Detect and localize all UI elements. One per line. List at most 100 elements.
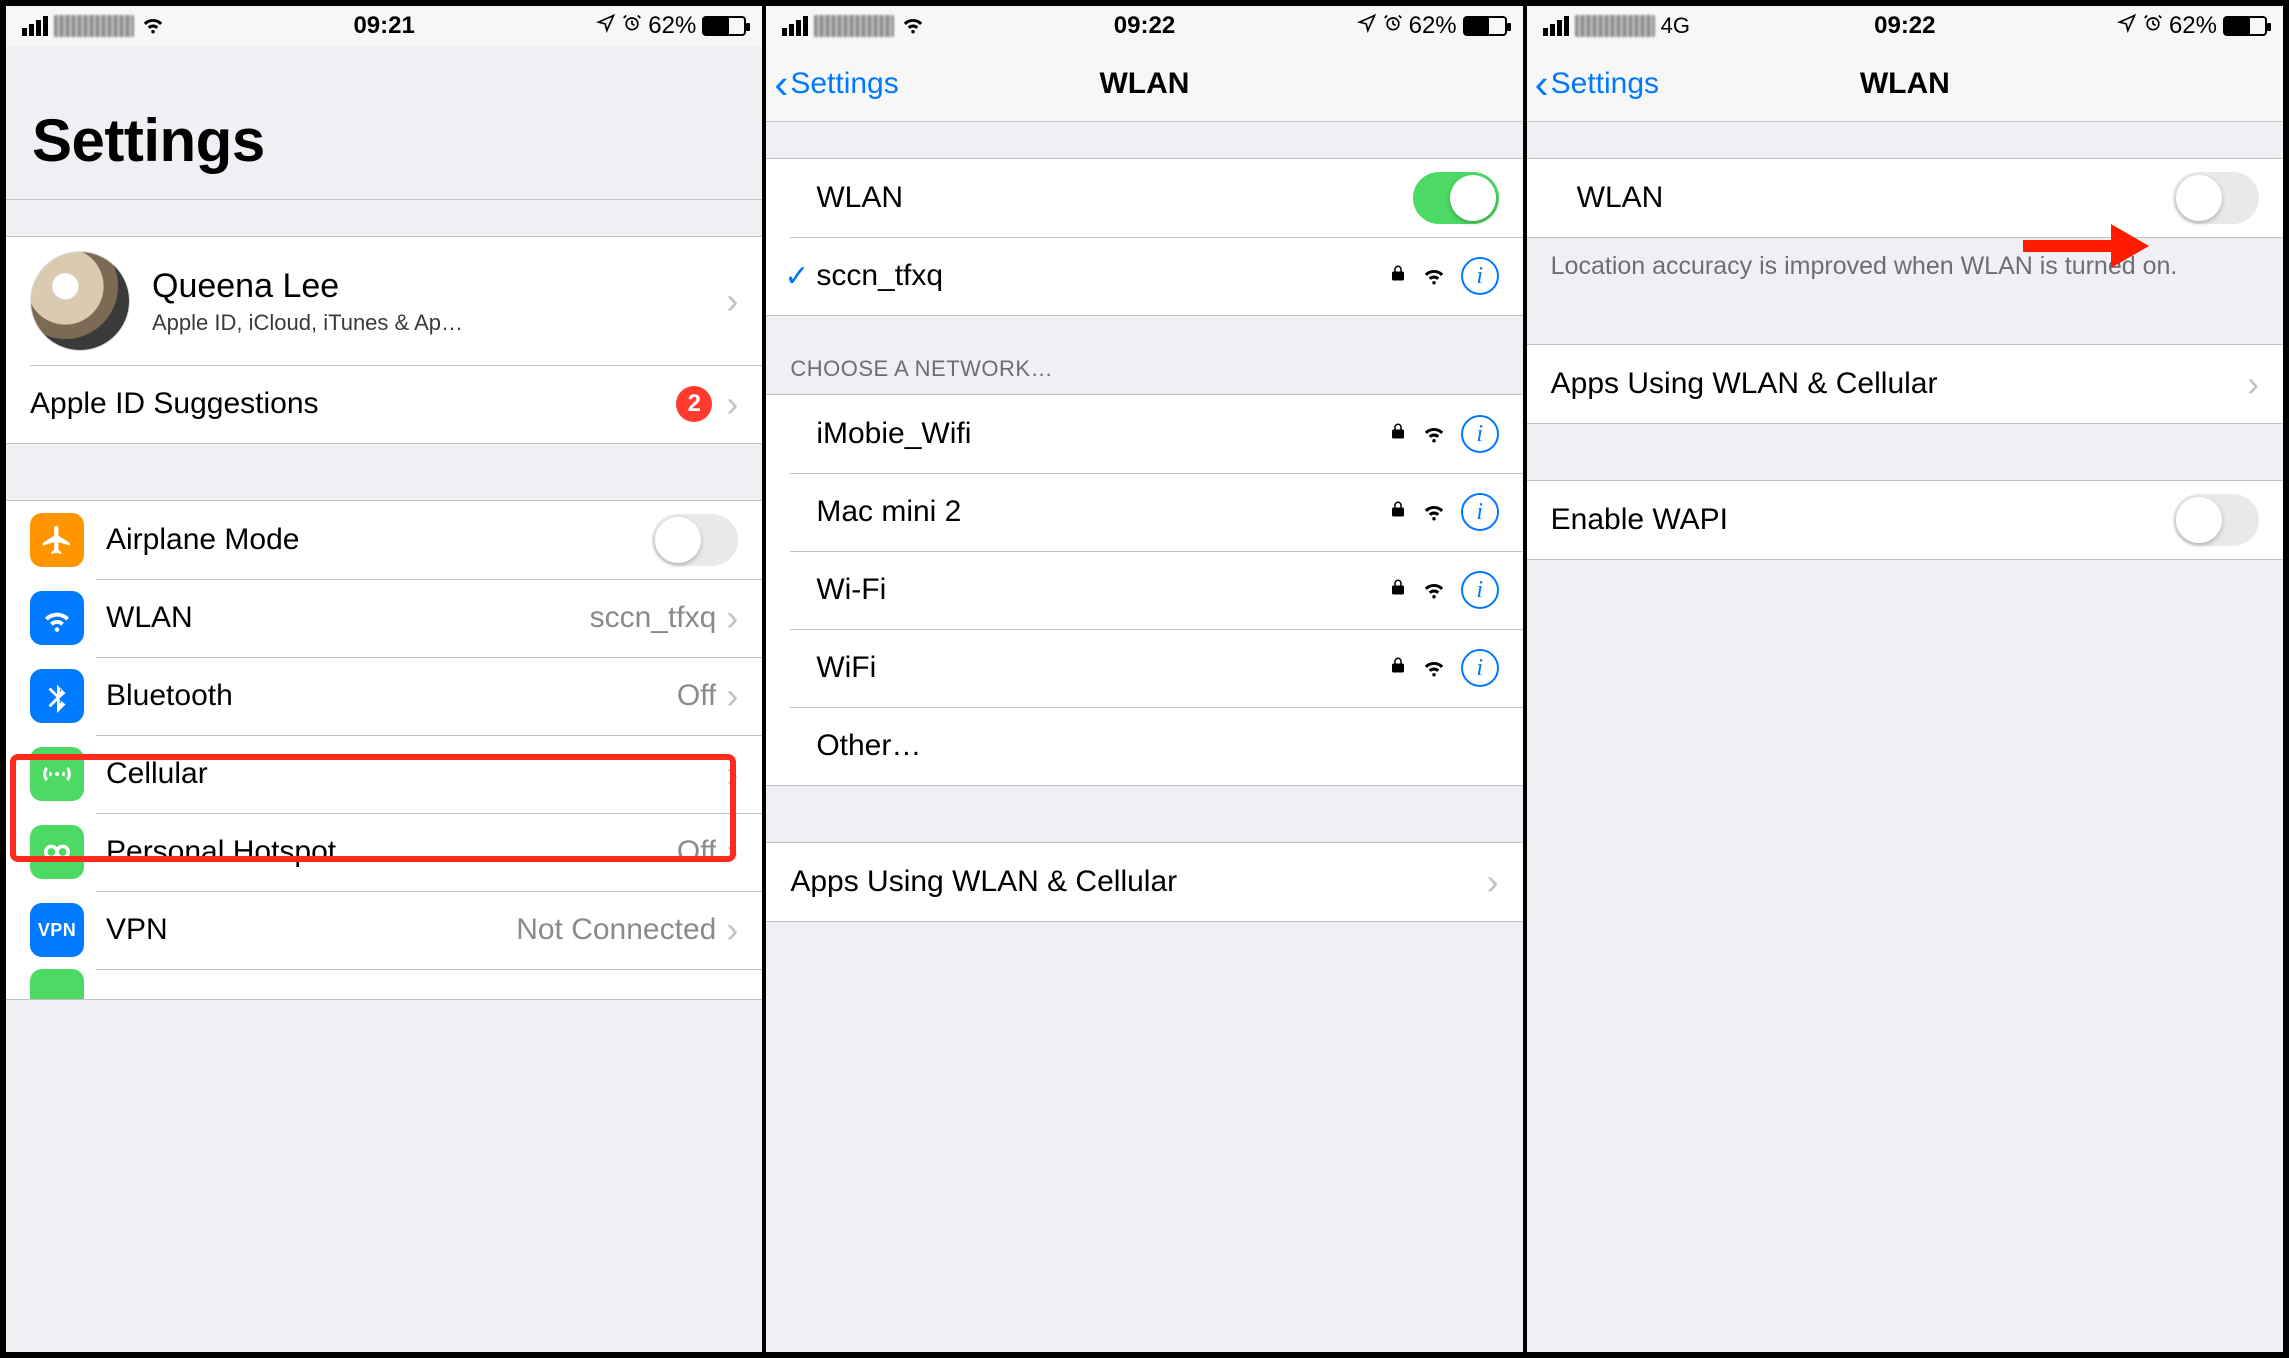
wapi-toggle[interactable] [2173, 494, 2259, 546]
apps-using-wlan-row[interactable]: Apps Using WLAN & Cellular › [766, 843, 1522, 921]
profile-name: Queena Lee [152, 267, 726, 306]
network-row[interactable]: Mac mini 2 i [766, 473, 1522, 551]
network-row[interactable]: WiFi i [766, 629, 1522, 707]
battery-icon [702, 16, 746, 36]
large-title-area: Settings [6, 46, 762, 200]
chevron-right-icon: › [726, 753, 738, 795]
bluetooth-icon [30, 669, 84, 723]
wifi-icon [30, 591, 84, 645]
other-network-row[interactable]: Other… [766, 707, 1522, 785]
wifi-strength-icon [1421, 261, 1447, 292]
airplane-mode-row[interactable]: Airplane Mode [6, 501, 762, 579]
chevron-right-icon: › [726, 831, 738, 873]
avatar [30, 251, 130, 351]
wifi-strength-icon [1421, 419, 1447, 450]
signal-icon [782, 16, 808, 36]
connected-network-row[interactable]: ✓ sccn_tfxq i [766, 237, 1522, 315]
chevron-right-icon: › [1487, 861, 1499, 903]
network-name: WiFi [816, 651, 876, 685]
network-name: Mac mini 2 [816, 495, 961, 529]
wlan-footer-text: Location accuracy is improved when WLAN … [1527, 238, 2283, 284]
profile-row[interactable]: Queena Lee Apple ID, iCloud, iTunes & Ap… [6, 237, 762, 365]
location-icon [2117, 12, 2137, 40]
nav-title: WLAN [1860, 67, 1950, 101]
apps-using-wlan-row[interactable]: Apps Using WLAN & Cellular › [1527, 345, 2283, 423]
network-name: sccn_tfxq [816, 259, 943, 293]
row-label: VPN [106, 913, 168, 947]
airplane-icon [30, 513, 84, 567]
network-row[interactable]: iMobie_Wifi i [766, 395, 1522, 473]
location-icon [1357, 12, 1377, 40]
row-value: Not Connected [516, 913, 716, 947]
alarm-icon [1383, 12, 1403, 40]
airplane-toggle[interactable] [652, 514, 738, 566]
network-type-label: 4G [1661, 13, 1690, 39]
status-time: 09:22 [1874, 12, 1935, 40]
bluetooth-row[interactable]: Bluetooth Off › [6, 657, 762, 735]
row-label: Other… [816, 729, 921, 763]
badge-count: 2 [676, 386, 712, 422]
info-icon[interactable]: i [1461, 257, 1499, 295]
back-button[interactable]: ‹ Settings [1527, 63, 1659, 105]
row-value: Off [677, 679, 716, 713]
wifi-strength-icon [1421, 497, 1447, 528]
chevron-right-icon: › [726, 383, 738, 425]
row-label: WLAN [790, 181, 903, 215]
info-icon[interactable]: i [1461, 415, 1499, 453]
lock-icon [1389, 498, 1407, 526]
row-label: WLAN [106, 601, 193, 635]
info-icon[interactable]: i [1461, 571, 1499, 609]
carrier-row-cut[interactable] [6, 969, 762, 999]
cellular-row[interactable]: Cellular › [6, 735, 762, 813]
info-icon[interactable]: i [1461, 493, 1499, 531]
row-label: Airplane Mode [106, 523, 299, 557]
chevron-right-icon: › [726, 675, 738, 717]
row-label: Apple ID Suggestions [30, 387, 319, 421]
vpn-row[interactable]: VPN VPN Not Connected › [6, 891, 762, 969]
carrier-label [1575, 15, 1655, 37]
enable-wapi-row: Enable WAPI [1527, 481, 2283, 559]
info-icon[interactable]: i [1461, 649, 1499, 687]
lock-icon [1389, 654, 1407, 682]
apple-id-suggestions-row[interactable]: Apple ID Suggestions 2 › [6, 365, 762, 443]
network-row[interactable]: Wi-Fi i [766, 551, 1522, 629]
lock-icon [1389, 576, 1407, 604]
network-name: iMobie_Wifi [816, 417, 971, 451]
nav-bar: ‹ Settings WLAN [1527, 46, 2283, 122]
back-button[interactable]: ‹ Settings [766, 63, 898, 105]
row-value: Off [677, 835, 716, 869]
profile-subtitle: Apple ID, iCloud, iTunes & App St… [152, 310, 472, 336]
wlan-master-row: WLAN [766, 159, 1522, 237]
wlan-toggle[interactable] [1413, 172, 1499, 224]
wifi-strength-icon [1421, 575, 1447, 606]
location-icon [596, 12, 616, 40]
chevron-left-icon: ‹ [1535, 63, 1549, 105]
row-label: Enable WAPI [1551, 503, 1728, 537]
wifi-status-icon [140, 10, 166, 43]
wlan-on-screen: 09:22 62% ‹ Settings WLAN WLAN ✓ [766, 6, 1526, 1352]
network-name: Wi-Fi [816, 573, 886, 607]
wlan-off-screen: 4G 09:22 62% ‹ Settings WLAN WLAN [1527, 6, 2283, 1352]
checkmark-icon: ✓ [784, 259, 809, 294]
lock-icon [1389, 420, 1407, 448]
battery-percent: 62% [1409, 12, 1457, 40]
choose-network-header: CHOOSE A NETWORK… [766, 316, 1522, 394]
vpn-icon: VPN [30, 903, 84, 957]
wifi-status-icon [900, 10, 926, 43]
status-bar: 09:22 62% [766, 6, 1522, 46]
carrier-icon [30, 969, 84, 999]
alarm-icon [2143, 12, 2163, 40]
wlan-toggle[interactable] [2173, 172, 2259, 224]
row-label: Personal Hotspot [106, 835, 336, 869]
row-value: sccn_tfxq [590, 601, 717, 635]
back-label: Settings [1551, 67, 1659, 101]
row-label: WLAN [1551, 181, 1664, 215]
row-label: Bluetooth [106, 679, 233, 713]
chevron-right-icon: › [726, 909, 738, 951]
hotspot-row[interactable]: Personal Hotspot Off › [6, 813, 762, 891]
status-bar: 09:21 62% [6, 6, 762, 46]
settings-screen: 09:21 62% Settings Queena Lee Apple ID [6, 6, 766, 1352]
status-bar: 4G 09:22 62% [1527, 6, 2283, 46]
wlan-row[interactable]: WLAN sccn_tfxq › [6, 579, 762, 657]
status-time: 09:21 [353, 12, 414, 40]
